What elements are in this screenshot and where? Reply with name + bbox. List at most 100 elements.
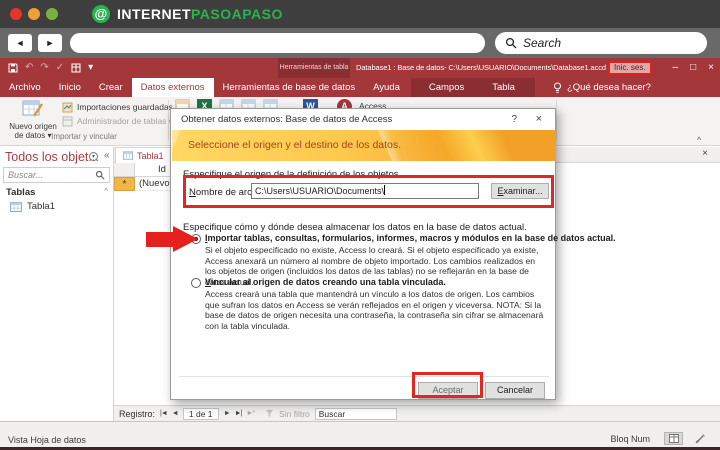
nav-item-label: Tabla1 bbox=[27, 201, 55, 212]
datasheet-view-icon bbox=[668, 434, 679, 443]
group-label-importar-vincular: Importar y vincular bbox=[51, 132, 117, 141]
maximize-dot-icon[interactable] bbox=[46, 8, 58, 20]
new-row-selector[interactable]: * bbox=[114, 177, 135, 191]
tell-me-label: ¿Qué desea hacer? bbox=[566, 82, 651, 93]
logo-icon: @ bbox=[92, 5, 110, 23]
brand-text-internet: INTERNET bbox=[117, 6, 191, 22]
link-option-description: Access creará una tabla que mantendrá un… bbox=[205, 289, 544, 331]
site-logo: @ INTERNET PASOAPASO bbox=[92, 5, 283, 23]
tell-me[interactable]: ¿Qué desea hacer? bbox=[553, 78, 651, 97]
nav-pane-search[interactable]: Buscar... bbox=[3, 167, 110, 183]
arrow-head bbox=[173, 226, 198, 252]
spelling-icon[interactable]: ✓ bbox=[56, 60, 64, 76]
store-heading: Especifique cómo y dónde desea almacenar… bbox=[183, 222, 527, 233]
row-selector-header bbox=[114, 163, 135, 177]
site-header: @ INTERNET PASOAPASO bbox=[0, 0, 720, 28]
view-status-label: Vista Hoja de datos bbox=[8, 435, 86, 445]
record-search-input[interactable]: Buscar bbox=[314, 407, 397, 420]
tab-herramientas-bd[interactable]: Herramientas de base de datos bbox=[214, 78, 365, 97]
annotation-rect-accept bbox=[412, 372, 483, 398]
bulb-icon bbox=[553, 82, 561, 93]
search-icon bbox=[95, 170, 105, 180]
import-option-label[interactable]: Importar tablas, consultas, formularios,… bbox=[205, 233, 616, 243]
tab-campos[interactable]: Campos bbox=[415, 78, 478, 97]
record-label: Registro: bbox=[119, 408, 156, 419]
contextual-tabs: Campos Tabla bbox=[410, 78, 535, 97]
restore-icon[interactable]: □ bbox=[690, 58, 696, 78]
document-tab-label: Tabla1 bbox=[137, 150, 164, 161]
sign-in-button[interactable]: Inic. ses. bbox=[608, 61, 652, 75]
close-icon[interactable]: × bbox=[708, 58, 714, 78]
url-input[interactable] bbox=[70, 33, 485, 53]
save-icon[interactable] bbox=[8, 63, 18, 73]
document-close-icon[interactable]: × bbox=[702, 148, 708, 159]
status-bar: Vista Hoja de datos Bloq Num bbox=[0, 421, 720, 447]
table-icon bbox=[10, 201, 22, 212]
nav-pane-title: Todos los objet... ▾ « bbox=[5, 150, 110, 164]
nav-pane-menu-icon[interactable]: ▾ bbox=[89, 152, 98, 161]
filter-icon[interactable] bbox=[265, 409, 274, 418]
ribbon-separator bbox=[168, 100, 169, 140]
saved-imports-button[interactable]: Importaciones guardadas bbox=[62, 101, 173, 113]
tab-tabla[interactable]: Tabla bbox=[478, 78, 529, 97]
tab-crear[interactable]: Crear bbox=[90, 78, 132, 97]
dialog-help-icon[interactable]: ? bbox=[511, 114, 517, 125]
design-view-button[interactable] bbox=[691, 432, 710, 445]
redo-icon[interactable]: ↷ bbox=[40, 60, 48, 76]
shutter-close-icon[interactable]: « bbox=[104, 150, 110, 161]
design-view-icon bbox=[695, 433, 705, 443]
previous-record-icon[interactable]: ◄ bbox=[172, 410, 179, 417]
forward-button[interactable]: ► bbox=[38, 34, 62, 52]
search-box[interactable]: Search bbox=[495, 32, 707, 54]
minimize-icon[interactable]: – bbox=[673, 58, 679, 78]
tab-archivo[interactable]: Archivo bbox=[0, 78, 50, 97]
datasheet-view-button[interactable] bbox=[664, 432, 683, 445]
back-button[interactable]: ◄ bbox=[8, 34, 32, 52]
no-filter-label[interactable]: Sin filtro bbox=[279, 409, 310, 419]
record-position[interactable]: 1 de 1 bbox=[182, 407, 219, 420]
dialog-banner-text: Seleccione el origen y el destino de los… bbox=[188, 139, 402, 151]
ribbon-separator-2 bbox=[556, 100, 557, 140]
annotation-rect-filename bbox=[183, 175, 554, 208]
num-lock-label: Bloq Num bbox=[610, 433, 650, 444]
status-bar-right: Bloq Num bbox=[610, 432, 710, 445]
dialog-separator bbox=[179, 376, 549, 377]
cancel-button[interactable]: Cancelar bbox=[485, 382, 545, 399]
nav-pane-title-text[interactable]: Todos los objet... bbox=[5, 150, 99, 164]
quick-access-toolbar: ↶ ↷ ✓ ▾ bbox=[8, 60, 93, 76]
arrow-body bbox=[146, 232, 174, 247]
datasheet-icon[interactable] bbox=[71, 63, 81, 73]
table-icon bbox=[123, 151, 133, 160]
new-data-source-icon bbox=[22, 100, 43, 117]
tab-datos-externos[interactable]: Datos externos bbox=[131, 78, 214, 97]
dialog-close-icon[interactable]: × bbox=[536, 113, 542, 125]
link-option-label[interactable]: Vincular al origen de datos creando una … bbox=[205, 277, 446, 287]
nav-item-tabla1[interactable]: Tabla1 bbox=[10, 201, 55, 212]
get-external-data-dialog: Obtener datos externos: Base de datos de… bbox=[170, 108, 616, 400]
minimize-dot-icon[interactable] bbox=[28, 8, 40, 20]
search-icon bbox=[505, 37, 517, 49]
nav-section-tables[interactable]: Tablas ^ bbox=[6, 187, 108, 198]
first-record-icon[interactable]: |◄ bbox=[160, 410, 168, 417]
document-tab-tabla1[interactable]: Tabla1 bbox=[115, 147, 172, 163]
new-record-icon[interactable]: ►* bbox=[246, 410, 255, 417]
saved-imports-label: Importaciones guardadas bbox=[77, 102, 173, 112]
last-record-icon[interactable]: ►| bbox=[235, 410, 243, 417]
qat-customize-icon[interactable]: ▾ bbox=[88, 60, 93, 76]
link-radio-button[interactable] bbox=[191, 278, 201, 288]
ribbon-collapse-icon[interactable]: ^ bbox=[697, 135, 701, 145]
next-record-icon[interactable]: ► bbox=[224, 410, 231, 417]
brand-text-pasoapaso: PASOAPASO bbox=[191, 6, 283, 22]
search-label: Search bbox=[523, 36, 562, 50]
ribbon-tab-row: Archivo Inicio Crear Datos externos Herr… bbox=[0, 78, 720, 97]
tab-inicio[interactable]: Inicio bbox=[50, 78, 90, 97]
browser-bar: ◄ ► Search bbox=[0, 28, 720, 58]
access-title-bar: ↶ ↷ ✓ ▾ Herramientas de tabla Database1 … bbox=[0, 58, 720, 78]
close-dot-icon[interactable] bbox=[10, 8, 22, 20]
nav-search-placeholder: Buscar... bbox=[8, 170, 44, 180]
section-collapse-icon[interactable]: ^ bbox=[104, 187, 108, 198]
dialog-title-bar: Obtener datos externos: Base de datos de… bbox=[171, 109, 555, 130]
record-navigator: Registro: |◄ ◄ 1 de 1 ► ►| ►* Sin filtro… bbox=[114, 405, 720, 421]
undo-icon[interactable]: ↶ bbox=[25, 60, 33, 76]
tab-ayuda[interactable]: Ayuda bbox=[364, 78, 409, 97]
